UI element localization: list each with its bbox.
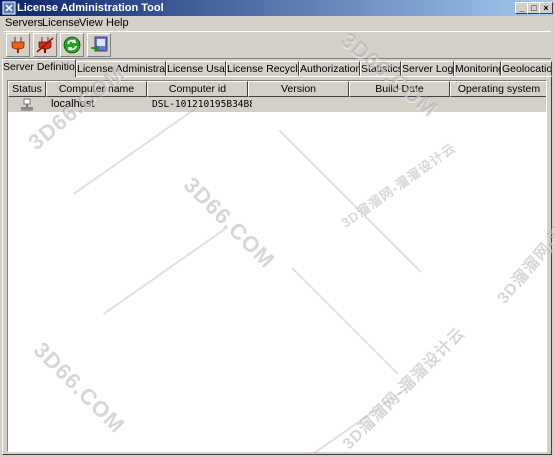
server-definitions-panel: Status Computer name Computer id Version… (2, 76, 552, 455)
server-icon (21, 98, 33, 111)
plug-disconnect-icon (36, 37, 54, 53)
column-header-status[interactable]: Status (8, 81, 46, 97)
tab-license-administration[interactable]: License Administration (76, 61, 166, 76)
toolbar (3, 31, 551, 59)
main-window: License Administration Tool _ □ × Server… (0, 0, 554, 457)
plug-connect-icon (11, 37, 25, 53)
window-title: License Administration Tool (17, 2, 164, 14)
table-row[interactable]: localhost DSL-101210195B34B8 (8, 97, 546, 112)
export-button[interactable] (87, 33, 111, 57)
column-header-computer-id[interactable]: Computer id (147, 81, 248, 97)
list-header: Status Computer name Computer id Version… (8, 81, 546, 97)
operating-system-cell (455, 97, 546, 112)
export-icon (91, 36, 108, 52)
tab-license-recycling[interactable]: License Recycling (226, 61, 299, 76)
refresh-icon (63, 36, 81, 54)
menu-license[interactable]: License (42, 16, 80, 30)
tab-monitoring[interactable]: Monitoring (454, 61, 501, 76)
menu-servers[interactable]: Servers (5, 16, 43, 30)
tab-server-logs[interactable]: Server Logs (401, 61, 454, 76)
disconnect-button[interactable] (33, 33, 57, 57)
column-header-operating-system[interactable]: Operating system (450, 81, 546, 97)
app-icon (2, 1, 16, 15)
menu-view[interactable]: View (79, 16, 103, 30)
column-header-computer-name[interactable]: Computer name (46, 81, 147, 97)
tab-geolocation[interactable]: Geolocation (501, 61, 552, 76)
connect-button[interactable] (6, 33, 30, 57)
build-date-cell (354, 97, 450, 112)
computer-id-cell: DSL-101210195B34B8 (152, 99, 252, 110)
version-cell (253, 97, 349, 112)
tab-server-definitions[interactable]: Server Definitions (2, 59, 76, 77)
tab-authorizations[interactable]: Authorizations (299, 61, 360, 76)
tab-license-usage[interactable]: License Usage (166, 61, 226, 76)
tab-statistics[interactable]: Statistics (360, 61, 401, 76)
status-cell (20, 97, 36, 112)
menu-bar: Servers License View Help (0, 16, 554, 30)
computer-name-cell: localhost (51, 98, 95, 110)
column-header-version[interactable]: Version (248, 81, 349, 97)
server-list[interactable]: Status Computer name Computer id Version… (7, 80, 547, 452)
refresh-button[interactable] (60, 33, 84, 57)
menu-help[interactable]: Help (106, 16, 129, 30)
column-header-build-date[interactable]: Build Date (349, 81, 450, 97)
tab-strip: Server Definitions License Administratio… (0, 59, 554, 77)
title-bar[interactable]: License Administration Tool _ □ × (0, 0, 554, 16)
close-button[interactable]: × (539, 2, 553, 14)
